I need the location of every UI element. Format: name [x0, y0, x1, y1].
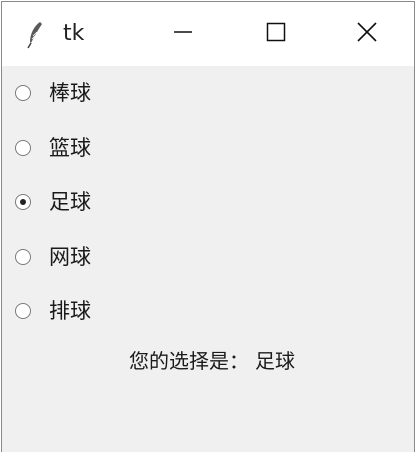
- window-content: 棒球 篮球 足球 网球 排球 您的选择是： 足球: [2, 66, 414, 452]
- radio-label: 棒球: [49, 81, 91, 105]
- close-icon: [356, 21, 378, 47]
- radio-selected-dot: [20, 199, 26, 205]
- close-button[interactable]: [332, 2, 402, 66]
- radio-button[interactable]: [15, 85, 31, 101]
- radio-label: 足球: [49, 190, 91, 214]
- maximize-button[interactable]: [241, 2, 311, 66]
- radio-option-baseball[interactable]: 棒球: [15, 77, 91, 109]
- radio-button-selected[interactable]: [15, 194, 31, 210]
- radio-option-volleyball[interactable]: 排球: [15, 295, 91, 327]
- minimize-button[interactable]: [148, 2, 218, 66]
- radio-button[interactable]: [15, 140, 31, 156]
- radio-label: 排球: [49, 299, 91, 323]
- window-title: tk: [63, 21, 85, 46]
- radio-label: 网球: [49, 245, 91, 269]
- radio-option-football[interactable]: 足球: [15, 186, 91, 218]
- app-window: tk 棒球 篮球 足球 网球 排球 您的选择是： 足球: [1, 1, 415, 452]
- result-prefix: 您的选择是：: [129, 349, 249, 373]
- radio-button[interactable]: [15, 303, 31, 319]
- selection-result: 您的选择是： 足球: [2, 347, 414, 375]
- radio-option-basketball[interactable]: 篮球: [15, 132, 91, 164]
- title-bar[interactable]: tk: [2, 2, 414, 66]
- radio-option-tennis[interactable]: 网球: [15, 241, 91, 273]
- maximize-icon: [266, 22, 286, 46]
- result-value: 足球: [255, 349, 295, 373]
- radio-label: 篮球: [49, 136, 91, 160]
- minimize-icon: [173, 22, 193, 46]
- feather-icon: [25, 20, 45, 50]
- radio-button[interactable]: [15, 249, 31, 265]
